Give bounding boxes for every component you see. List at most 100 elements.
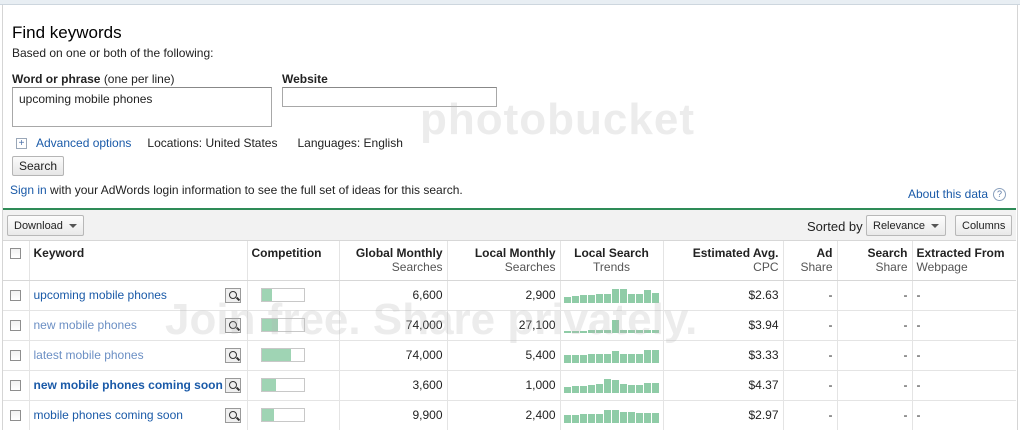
global-searches-cell: 74,000 [339,340,448,371]
signin-link[interactable]: Sign in [10,183,47,197]
trend-bar [612,409,619,423]
header-extracted[interactable]: Extracted From Webpage [912,241,1016,281]
trend-bar [580,385,588,393]
trend-bar [627,411,635,423]
trend-bar [635,353,643,363]
advanced-options-row: + Advanced options Locations: United Sta… [16,134,403,152]
search-share-cell: - [837,310,913,341]
trend-cell [560,340,664,371]
trend-bar [604,353,611,363]
trend-bar [651,292,659,303]
keyword-link[interactable]: new mobile phones [34,318,137,332]
competition-bar [260,348,305,362]
competition-cell [247,400,340,430]
header-competition[interactable]: Competition [247,241,340,281]
competition-bar [260,318,305,332]
trend-cell [560,400,664,430]
keyword-link[interactable]: upcoming mobile phones [34,288,167,302]
row-checkbox[interactable] [10,410,22,422]
search-button[interactable]: Search [12,156,65,176]
header-local-monthly[interactable]: Local Monthly Searches [447,241,561,281]
magnifier-icon[interactable] [224,407,241,423]
trend-bar [580,354,588,363]
trend-chart [564,348,659,363]
relevance-label: Relevance [873,219,925,232]
trend-bar [604,409,611,423]
keyword-link[interactable]: new mobile phones coming soon [34,378,223,392]
global-searches-cell: 74,000 [339,310,448,341]
competition-cell [247,310,340,341]
download-button[interactable]: Download [7,215,84,236]
table-row: mobile phones coming soon 9,900 2,400 $2.97… [3,400,1016,430]
search-share-cell: - [837,370,913,401]
about-this-data[interactable]: About this data ? [908,187,1006,201]
magnifier-icon[interactable] [224,347,241,363]
extracted-cell: - [912,280,1016,311]
expand-plus-icon[interactable]: + [16,137,27,149]
select-all-cell [3,241,30,281]
row-checkbox[interactable] [10,290,22,302]
ad-share-cell: - [783,400,838,430]
keyword-cell: latest mobile phones [29,340,248,371]
website-label: Website [282,72,328,86]
trend-chart [564,318,659,333]
magnifier-icon[interactable] [224,287,241,303]
trend-bar [619,383,627,393]
competition-fill [261,319,279,331]
search-share-cell: - [837,280,913,311]
global-searches-cell: 3,600 [339,370,448,401]
table-row: latest mobile phones 74,000 5,400 $3.33- - - [3,340,1016,371]
website-input[interactable] [282,87,497,107]
keyword-cell: new mobile phones [29,310,248,341]
global-searches-cell: 9,900 [339,400,448,430]
sort-relevance-dropdown[interactable]: Relevance [866,215,946,236]
keyword-cell: new mobile phones coming soon [29,370,248,401]
trend-bar [564,414,572,423]
word-phrase-input[interactable]: upcoming mobile phones [12,87,272,127]
competition-cell [247,370,340,401]
trend-bar [635,293,643,303]
table-row: upcoming mobile phones 6,600 2,900 $2.63- - - [3,280,1016,311]
header-local-trends[interactable]: Local Search Trends [560,241,664,281]
header-keyword[interactable]: Keyword [29,241,248,281]
languages-text: Languages: English [297,136,403,150]
select-all-checkbox[interactable] [10,248,22,260]
header-global-monthly[interactable]: Global Monthly Searches [339,241,448,281]
row-checkbox-cell [3,310,30,341]
trend-cell [560,370,664,401]
row-checkbox[interactable] [10,320,22,332]
trend-bar [651,349,659,363]
header-estimated-cpc[interactable]: Estimated Avg. CPC [663,241,784,281]
row-checkbox-cell [3,340,30,371]
extracted-cell: - [912,400,1016,430]
word-phrase-label: Word or phrase (one per line) [12,72,175,86]
trend-bar [596,353,604,363]
chevron-down-icon [68,223,77,228]
trend-bar [572,414,580,423]
row-checkbox[interactable] [10,380,22,392]
header-ad-share[interactable]: Ad Share [783,241,838,281]
magnifier-icon[interactable] [224,377,241,393]
trend-bar [596,413,604,423]
trend-bar [572,295,580,303]
trend-bar [572,330,580,333]
magnifier-icon[interactable] [224,317,241,333]
trend-bar [596,383,604,393]
row-checkbox[interactable] [10,350,22,362]
trend-bar [588,329,596,333]
trend-bar [643,329,651,333]
global-searches-cell: 6,600 [339,280,448,311]
local-searches-cell: 2,400 [447,400,561,430]
about-link[interactable]: About this data [908,187,988,201]
local-searches-cell: 27,100 [447,310,561,341]
keyword-link[interactable]: mobile phones coming soon [34,408,183,422]
extracted-cell: - [912,310,1016,341]
keyword-link[interactable]: latest mobile phones [34,348,144,362]
help-icon[interactable]: ? [993,187,1006,201]
columns-button[interactable]: Columns [955,215,1013,236]
trend-cell [560,310,664,341]
advanced-options-link[interactable]: Advanced options [36,136,131,150]
trend-bar [580,294,588,303]
row-checkbox-cell [3,280,30,311]
header-search-share[interactable]: Search Share [837,241,913,281]
